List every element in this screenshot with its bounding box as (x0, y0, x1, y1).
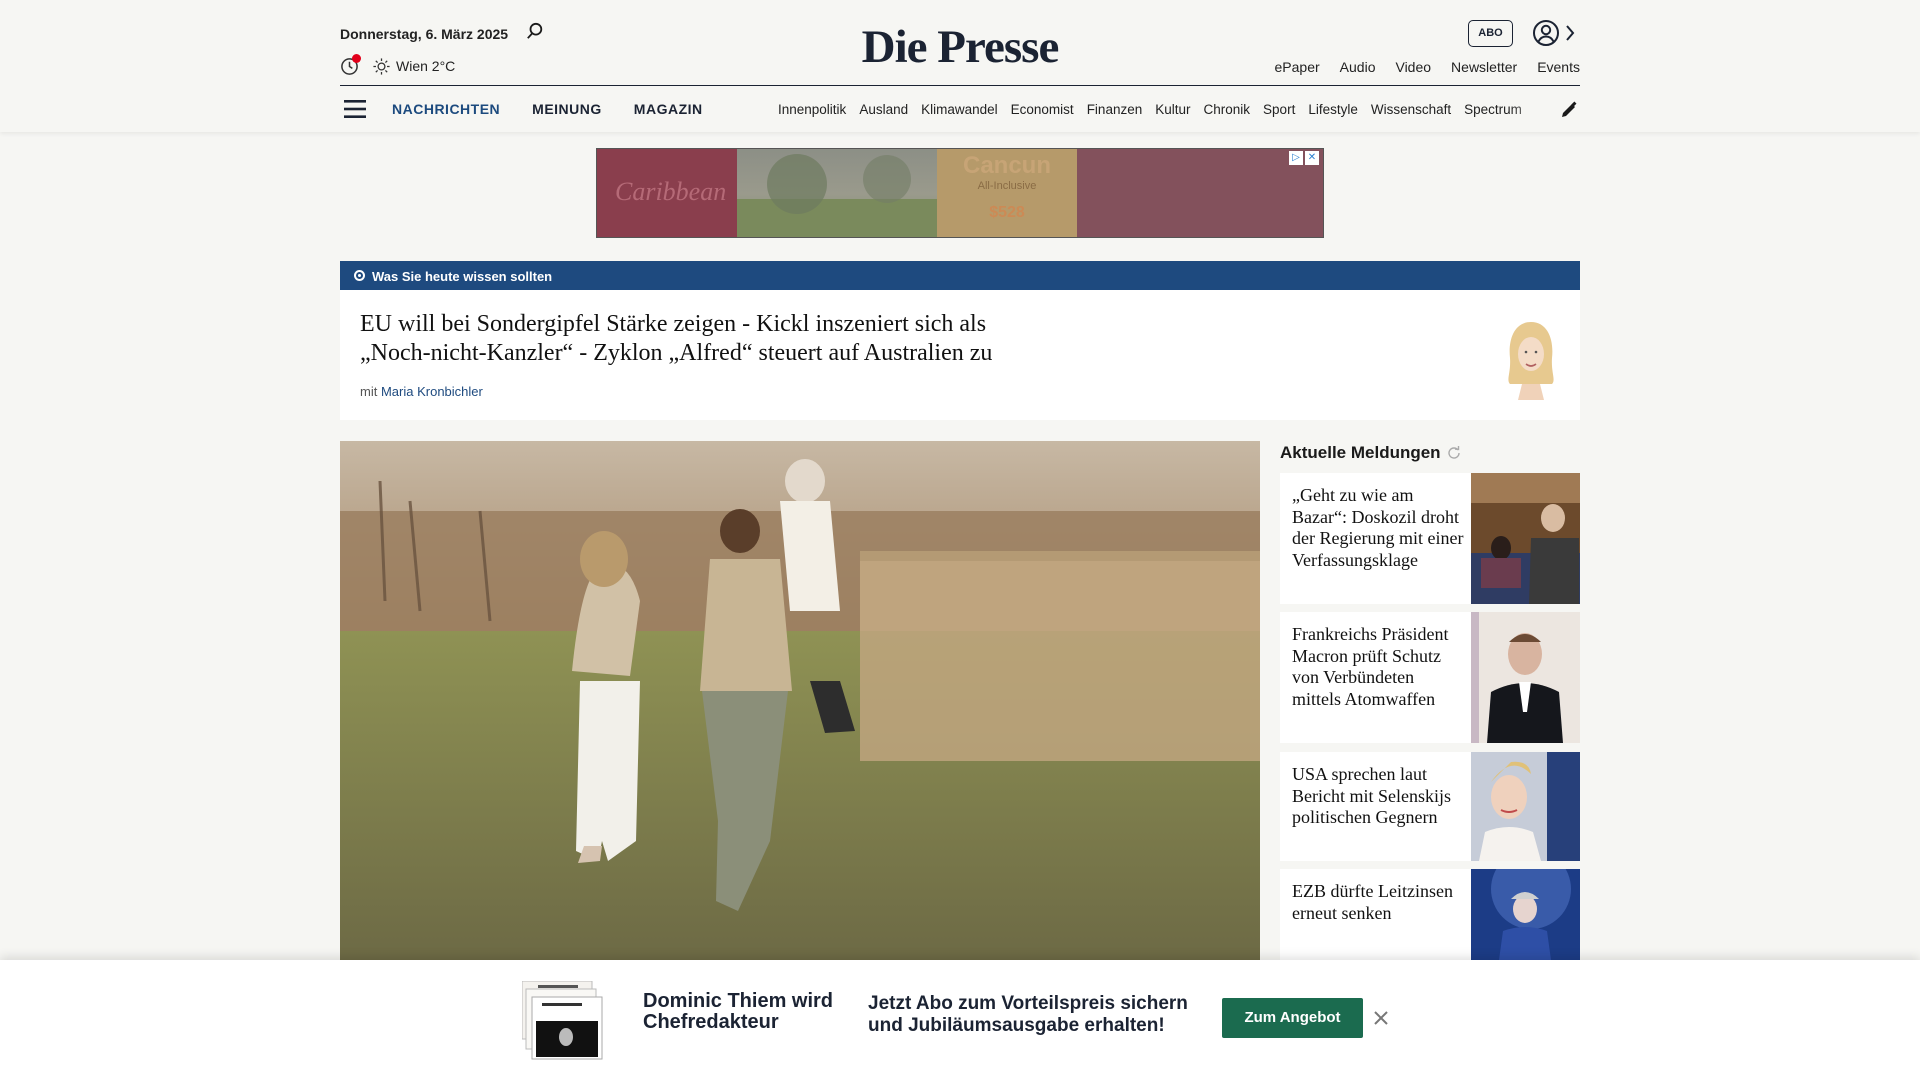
briefing-dot-icon (354, 270, 365, 281)
ad-landscape-image (737, 154, 937, 237)
ad-image (737, 149, 937, 237)
news-headline[interactable]: Frankreichs Präsident Macron prüft Schut… (1292, 624, 1467, 710)
news-card[interactable]: EZB dürfte Leitzinsen erneut senken (1280, 869, 1580, 960)
abo-button[interactable]: ABO (1468, 20, 1513, 47)
briefing-label: Was Sie heute wissen sollten (372, 269, 553, 284)
subnav-fade (1510, 96, 1550, 122)
header-divider (340, 85, 1580, 86)
news-thumbnail (1471, 473, 1580, 604)
byline-prefix: mit (360, 384, 378, 399)
subnav-klimawandel[interactable]: Klimawandel (921, 102, 998, 117)
hero-family-photo (340, 441, 1260, 960)
header-inner: Donnerstag, 6. März 2025 Wien 2°C Die Pr… (340, 0, 1580, 132)
ad-offer-price: $528 (989, 204, 1025, 221)
link-video[interactable]: Video (1395, 59, 1431, 75)
chevron-right-icon[interactable] (1564, 24, 1576, 42)
ad-offer-title: Cancun (962, 152, 1051, 179)
sidebar-title[interactable]: Aktuelle Meldungen (1280, 443, 1441, 463)
author-avatar (1508, 322, 1554, 400)
user-icon[interactable] (1532, 19, 1560, 47)
link-epaper[interactable]: ePaper (1275, 59, 1320, 75)
adchoices-icon[interactable]: ▷ (1289, 151, 1303, 165)
hero-image[interactable] (340, 441, 1260, 960)
ad-banner[interactable]: Caribbean Cancun All-Inclusive $528 ▷ ✕ (596, 148, 1324, 238)
sub-nav: Innenpolitik Ausland Klimawandel Economi… (778, 102, 1570, 117)
close-icon[interactable] (1373, 1010, 1389, 1026)
news-card[interactable]: Frankreichs Präsident Macron prüft Schut… (1280, 612, 1580, 743)
ad-choices: ▷ ✕ (1289, 151, 1319, 165)
pencil-icon[interactable] (1560, 101, 1578, 119)
nav-nachrichten[interactable]: NACHRICHTEN (392, 101, 500, 117)
banner-text: Jetzt Abo zum Vorteilspreis sichern und … (868, 993, 1188, 1036)
news-thumbnail (1471, 612, 1580, 743)
briefing-byline: mit Maria Kronbichler (360, 384, 483, 399)
subnav-sport[interactable]: Sport (1263, 102, 1295, 117)
subnav-chronik[interactable]: Chronik (1204, 102, 1251, 117)
briefing-title[interactable]: EU will bei Sondergipfel Stärke zeigen -… (360, 310, 1060, 368)
news-headline[interactable]: EZB dürfte Leitzinsen erneut senken (1292, 881, 1467, 924)
briefing-header[interactable]: Was Sie heute wissen sollten (340, 261, 1580, 290)
news-card[interactable]: „Geht zu wie am Bazar“: Doskozil droht d… (1280, 473, 1580, 604)
subnav-finanzen[interactable]: Finanzen (1087, 102, 1143, 117)
subscription-banner: Dominic Thiem wird Chefredakteur Jetzt A… (0, 960, 1920, 1080)
refresh-icon[interactable] (1447, 446, 1461, 460)
ad-offer-panel: Cancun All-Inclusive $528 (937, 149, 1077, 237)
news-thumbnail (1471, 869, 1580, 960)
main-nav: NACHRICHTEN MEINUNG MAGAZIN (392, 101, 703, 117)
top-links: ePaper Audio Video Newsletter Events (1275, 59, 1580, 75)
site-header: Donnerstag, 6. März 2025 Wien 2°C Die Pr… (0, 0, 1920, 132)
ad-brand: Caribbean (615, 177, 727, 206)
news-headline[interactable]: USA sprechen laut Bericht mit Selenskijs… (1292, 764, 1467, 829)
nav-magazin[interactable]: MAGAZIN (634, 101, 703, 117)
link-events[interactable]: Events (1537, 59, 1580, 75)
ad-close-icon[interactable]: ✕ (1305, 151, 1319, 165)
ad-right-panel (1077, 149, 1323, 237)
banner-headline: Dominic Thiem wird Chefredakteur (643, 990, 834, 1033)
newspaper-stack-image (522, 981, 603, 1060)
link-audio[interactable]: Audio (1340, 59, 1376, 75)
offer-button[interactable]: Zum Angebot (1222, 998, 1363, 1038)
news-card[interactable]: USA sprechen laut Bericht mit Selenskijs… (1280, 752, 1580, 861)
news-headline[interactable]: „Geht zu wie am Bazar“: Doskozil droht d… (1292, 485, 1467, 571)
subnav-wissenschaft[interactable]: Wissenschaft (1371, 102, 1451, 117)
byline-author[interactable]: Maria Kronbichler (381, 384, 483, 399)
link-newsletter[interactable]: Newsletter (1451, 59, 1517, 75)
briefing-card[interactable]: EU will bei Sondergipfel Stärke zeigen -… (340, 290, 1580, 420)
subnav-ausland[interactable]: Ausland (859, 102, 908, 117)
ad-brand-panel: Caribbean (597, 149, 737, 237)
subnav-innenpolitik[interactable]: Innenpolitik (778, 102, 846, 117)
news-thumbnail (1471, 752, 1580, 861)
subnav-lifestyle[interactable]: Lifestyle (1308, 102, 1358, 117)
subnav-kultur[interactable]: Kultur (1155, 102, 1190, 117)
nav-meinung[interactable]: MEINUNG (532, 101, 602, 117)
subnav-economist[interactable]: Economist (1011, 102, 1074, 117)
ad-offer-sub: All-Inclusive (977, 180, 1037, 192)
menu-icon[interactable] (344, 100, 366, 118)
